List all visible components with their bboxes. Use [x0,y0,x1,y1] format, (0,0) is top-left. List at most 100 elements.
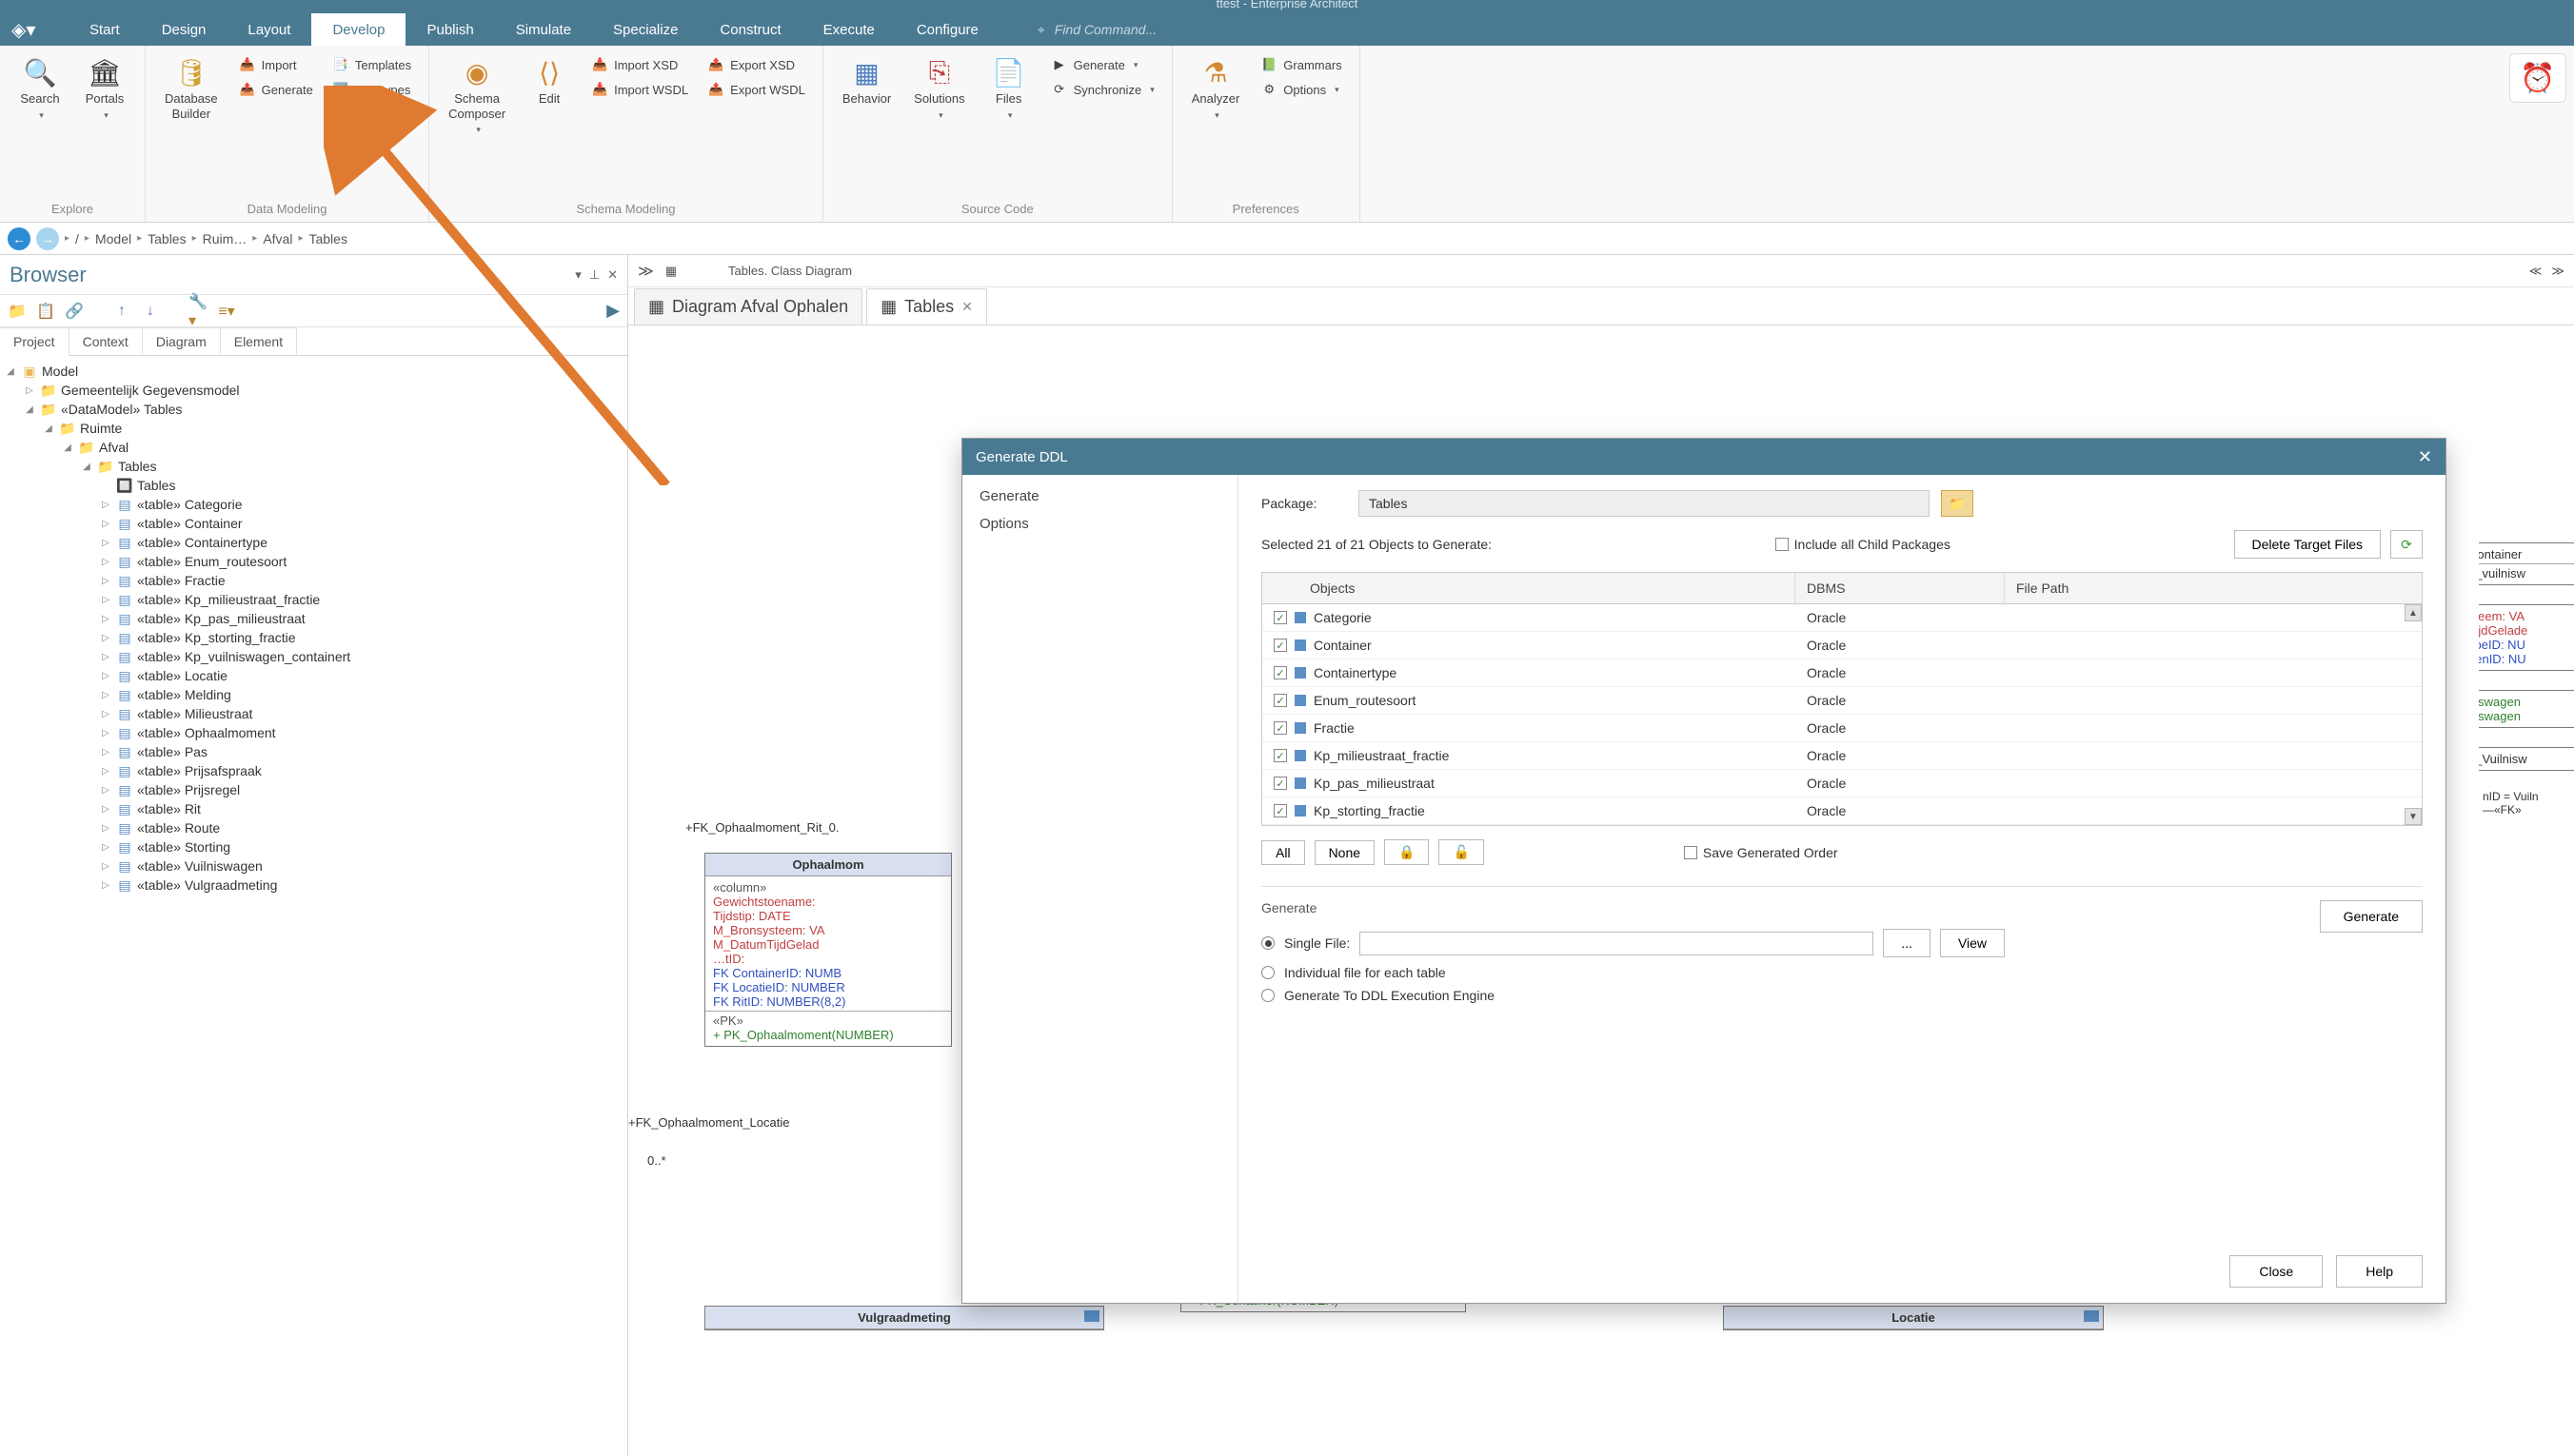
tree-table-item[interactable]: ▷▤«table» Kp_pas_milieustraat [99,609,624,628]
tree-tables-diag[interactable]: 🔲Tables [99,476,624,495]
refresh-button[interactable]: ⟳ [2390,530,2423,559]
import-button[interactable]: 📥Import [233,53,319,76]
export-wsdl-button[interactable]: 📤Export WSDL [702,78,811,101]
synchronize-button[interactable]: ⟳Synchronize [1045,78,1160,101]
scroll-up-icon[interactable]: ▲ [2405,604,2422,621]
class-menu-icon[interactable] [1084,1310,1099,1322]
select-none-button[interactable]: None [1315,840,1375,865]
row-checkbox[interactable]: ✓ [1274,721,1287,735]
behavior-button[interactable]: ▦ Behavior [835,53,899,198]
single-file-input[interactable] [1359,932,1873,955]
dtab-afval[interactable]: ▦Diagram Afval Ophalen [634,288,862,325]
tree-table-item[interactable]: ▷▤«table» Route [99,818,624,837]
close-tab-icon[interactable]: ✕ [961,299,973,315]
tree-table-item[interactable]: ▷▤«table» Categorie [99,495,624,514]
classbox-vulgraad[interactable]: Vulgraadmeting [704,1306,1104,1330]
col-objects[interactable]: Objects [1262,573,1795,603]
move-up-icon[interactable]: ↑ [112,302,131,321]
find-command-input[interactable] [1055,22,1245,37]
tab-context[interactable]: Context [69,327,143,355]
object-row[interactable]: ✓Kp_milieustraat_fractieOracle [1262,742,2422,770]
tree-table-item[interactable]: ▷▤«table» Fractie [99,571,624,590]
tree-table-item[interactable]: ▷▤«table» Prijsregel [99,780,624,799]
object-row[interactable]: ✓FractieOracle [1262,715,2422,742]
dialog-titlebar[interactable]: Generate DDL ✕ [962,439,2445,475]
tool-icon[interactable]: 🔧▾ [188,302,208,321]
radio-engine[interactable]: Generate To DDL Execution Engine [1261,984,2282,1007]
export-xsd-button[interactable]: 📤Export XSD [702,53,811,76]
select-same-button[interactable]: 🔒 [1384,839,1429,865]
tab-configure[interactable]: Configure [896,13,1000,46]
objects-body[interactable]: ▲ ✓CategorieOracle✓ContainerOracle✓Conta… [1262,604,2422,825]
app-icon[interactable]: ◈▾ [11,13,69,46]
edit-button[interactable]: ⟨⟩ Edit [521,53,578,198]
row-checkbox[interactable]: ✓ [1274,694,1287,707]
templates-button[interactable]: 📑Templates [327,53,417,76]
options-button[interactable]: ⚙Options [1255,78,1347,101]
menu-icon[interactable]: ≡▾ [217,302,236,321]
col-dbms[interactable]: DBMS [1795,573,2005,603]
tab-diagram[interactable]: Diagram [143,327,221,355]
classbox-locatie[interactable]: Locatie [1723,1306,2104,1330]
help-button[interactable]: Help [2336,1255,2423,1288]
expand-icon[interactable]: ≫ [2551,264,2564,279]
radio-individual[interactable]: Individual file for each table [1261,961,2282,984]
tab-layout[interactable]: Layout [227,13,311,46]
browse-package-button[interactable]: 📁 [1941,490,1973,517]
tree-datamodel[interactable]: ◢📁«DataModel» Tables [23,400,624,419]
files-button[interactable]: 📄 Files [980,53,1038,198]
tree-table-item[interactable]: ▷▤«table» Prijsafspraak [99,761,624,780]
import-xsd-button[interactable]: 📥Import XSD [585,53,694,76]
crumb-afval[interactable]: Afval [263,231,292,246]
tree-table-item[interactable]: ▷▤«table» Kp_milieustraat_fractie [99,590,624,609]
move-down-icon[interactable]: ↓ [141,302,160,321]
tree-table-item[interactable]: ▷▤«table» Pas [99,742,624,761]
portals-button[interactable]: 🏛 Portals [76,53,133,198]
radio-single[interactable]: Single File: ... View [1261,925,2282,961]
object-row[interactable]: ✓Kp_storting_fractieOracle [1262,797,2422,825]
browse-file-button[interactable]: ... [1883,929,1930,957]
tree-table-item[interactable]: ▷▤«table» Storting [99,837,624,856]
select-inverse-button[interactable]: 🔓 [1438,839,1483,865]
crumb-tables2[interactable]: Tables [308,231,346,246]
tree-tables[interactable]: ◢📁Tables [80,457,624,476]
generate-code-button[interactable]: ▶Generate [1045,53,1160,76]
nav-back-button[interactable]: ← [8,227,30,250]
panel-dropdown-icon[interactable]: ▾ [575,267,582,283]
package-input[interactable]: Tables [1358,490,1930,517]
object-row[interactable]: ✓Kp_pas_milieustraatOracle [1262,770,2422,797]
tree-table-item[interactable]: ▷▤«table» Rit [99,799,624,818]
collapse-icon[interactable]: ≪ [2529,264,2543,279]
tab-execute[interactable]: Execute [802,13,896,46]
crumb-ruimte[interactable]: Ruim… [203,231,248,246]
tree-afval[interactable]: ◢📁Afval [61,438,624,457]
tab-develop[interactable]: Develop [311,13,406,46]
generate-button[interactable]: 📤Generate [233,78,319,101]
row-checkbox[interactable]: ✓ [1274,639,1287,652]
class-menu-icon[interactable] [2084,1310,2099,1322]
tree-table-item[interactable]: ▷▤«table» Kp_storting_fractie [99,628,624,647]
row-checkbox[interactable]: ✓ [1274,611,1287,624]
side-generate[interactable]: Generate [962,482,1238,510]
classbox-ophaalmoment[interactable]: Ophaalmom «column» Gewichtstoename: Tijd… [704,853,952,1047]
new-folder-icon[interactable]: 📁 [8,302,27,321]
crumb-root[interactable]: / [75,231,79,246]
tab-project[interactable]: Project [0,327,69,356]
tab-construct[interactable]: Construct [699,13,802,46]
tree-table-item[interactable]: ▷▤«table» Kp_vuilniswagen_containert [99,647,624,666]
tree-table-item[interactable]: ▷▤«table» Containertype [99,533,624,552]
grammars-button[interactable]: 📗Grammars [1255,53,1347,76]
find-command[interactable]: ⌖ [1038,13,1245,46]
play-icon[interactable]: ▶ [606,301,620,321]
tab-element[interactable]: Element [221,327,297,355]
tree-table-item[interactable]: ▷▤«table» Vuilniswagen [99,856,624,876]
tree-model[interactable]: ◢▣Model [4,362,624,381]
crumb-model[interactable]: Model [95,231,131,246]
search-button[interactable]: 🔍 Search [11,53,69,198]
schema-composer-button[interactable]: ◉ Schema Composer [441,53,513,198]
col-filepath[interactable]: File Path [2005,573,2422,603]
panel-pin-icon[interactable]: ⊥ [589,267,600,283]
tree-table-item[interactable]: ▷▤«table» Enum_routesoort [99,552,624,571]
row-checkbox[interactable]: ✓ [1274,804,1287,817]
tab-specialize[interactable]: Specialize [592,13,699,46]
